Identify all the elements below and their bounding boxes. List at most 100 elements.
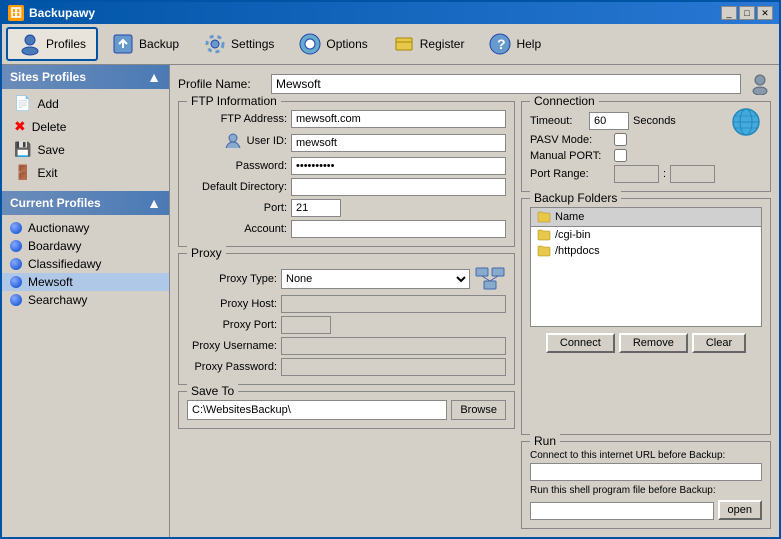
folder-icon: [537, 244, 551, 258]
sidebar-delete-item[interactable]: ✖ Delete: [10, 116, 161, 137]
help-icon: ?: [488, 32, 512, 56]
proxy-password-label: Proxy Password:: [187, 361, 277, 373]
manual-port-checkbox[interactable]: [614, 149, 627, 162]
sidebar-delete-label: Delete: [32, 120, 67, 134]
toolbar-options-button[interactable]: Options: [287, 27, 378, 61]
profile-name-input[interactable]: [271, 74, 741, 94]
folder-item-label: /cgi-bin: [555, 229, 590, 241]
proxy-select-row: None HTTP SOCKS4 SOCKS5: [281, 266, 506, 292]
proxy-port-input[interactable]: [281, 316, 331, 334]
ftp-password-input[interactable]: [291, 157, 506, 175]
profile-auctionawy[interactable]: Auctionawy: [2, 219, 169, 237]
internet-url-input[interactable]: [530, 463, 762, 481]
ftp-userid-input[interactable]: [291, 134, 506, 152]
profile-dot-icon: [10, 258, 22, 270]
options-icon: [298, 32, 322, 56]
ftp-account-input[interactable]: [291, 220, 506, 238]
toolbar: Profiles Backup Settings Options: [2, 24, 779, 65]
maximize-button[interactable]: □: [739, 6, 755, 20]
profiles-icon: [18, 32, 42, 56]
toolbar-settings-label: Settings: [231, 37, 274, 51]
toolbar-backup-button[interactable]: Backup: [100, 27, 190, 61]
folder-icon: [537, 228, 551, 242]
proxy-type-label: Proxy Type:: [187, 273, 277, 285]
pasv-row: PASV Mode:: [530, 133, 762, 146]
sidebar-save-item[interactable]: 💾 Save: [10, 139, 161, 160]
current-profiles-section: Current Profiles ▲ Auctionawy Boardawy C…: [2, 191, 169, 313]
ftp-userid-label: User ID:: [187, 131, 287, 154]
port-range-separator: :: [663, 168, 666, 180]
open-button[interactable]: open: [718, 500, 762, 520]
main-panels: FTP Information FTP Address:: [178, 101, 771, 529]
proxy-host-input[interactable]: [281, 295, 506, 313]
profile-classifiedawy[interactable]: Classifiedawy: [2, 255, 169, 273]
profile-auctionawy-label: Auctionawy: [28, 221, 89, 235]
folder-item-httpdocs[interactable]: /httpdocs: [531, 243, 761, 259]
window-title: Backupawy: [29, 6, 95, 20]
port-range-from-input[interactable]: [614, 165, 659, 183]
title-bar-left: 🗄 Backupawy: [8, 5, 95, 21]
save-to-title: Save To: [187, 384, 238, 398]
toolbar-settings-button[interactable]: Settings: [192, 27, 285, 61]
backup-icon: [111, 32, 135, 56]
profile-searchawy[interactable]: Searchawy: [2, 291, 169, 309]
ftp-grid: FTP Address: User ID:: [187, 110, 506, 238]
remove-button[interactable]: Remove: [619, 333, 688, 353]
profile-classifiedawy-label: Classifiedawy: [28, 257, 101, 271]
profile-boardawy[interactable]: Boardawy: [2, 237, 169, 255]
browse-button[interactable]: Browse: [451, 400, 506, 420]
folder-item-cgi-bin[interactable]: /cgi-bin: [531, 227, 761, 243]
toolbar-profiles-label: Profiles: [46, 37, 86, 51]
proxy-username-input[interactable]: [281, 337, 506, 355]
proxy-type-select[interactable]: None HTTP SOCKS4 SOCKS5: [281, 269, 470, 289]
minimize-button[interactable]: _: [721, 6, 737, 20]
ftp-address-input[interactable]: [291, 110, 506, 128]
manual-port-label: Manual PORT:: [530, 150, 610, 162]
internet-url-label: Connect to this internet URL before Back…: [530, 450, 762, 461]
register-icon: [392, 32, 416, 56]
ftp-account-label: Account:: [187, 223, 287, 235]
proxy-username-label: Proxy Username:: [187, 340, 277, 352]
proxy-password-input[interactable]: [281, 358, 506, 376]
profile-name-row: Profile Name:: [178, 73, 771, 95]
add-icon: 📄: [14, 95, 31, 112]
save-to-input[interactable]: [187, 400, 447, 420]
profile-dot-icon: [10, 240, 22, 252]
sidebar: Sites Profiles ▲ 📄 Add ✖ Delete 💾 Save 🚪: [2, 65, 170, 537]
toolbar-help-button[interactable]: ? Help: [477, 27, 552, 61]
svg-text:?: ?: [497, 36, 506, 52]
sidebar-exit-item[interactable]: 🚪 Exit: [10, 162, 161, 183]
shell-program-input[interactable]: [530, 502, 714, 520]
connect-button[interactable]: Connect: [546, 333, 615, 353]
proxy-group: Proxy Proxy Type: None HTTP SOCKS4 SOCKS…: [178, 253, 515, 385]
folder-header-icon: [537, 210, 551, 224]
save-icon: 💾: [14, 141, 31, 158]
profile-dot-icon: [10, 222, 22, 234]
toolbar-profiles-button[interactable]: Profiles: [6, 27, 98, 61]
toolbar-register-button[interactable]: Register: [381, 27, 476, 61]
sidebar-add-item[interactable]: 📄 Add: [10, 93, 161, 114]
right-panel: Profile Name: FTP Information FTP Addres…: [170, 65, 779, 537]
profile-avatar-icon: [749, 73, 771, 95]
clear-button[interactable]: Clear: [692, 333, 746, 353]
port-range-to-input[interactable]: [670, 165, 715, 183]
connection-content: Timeout: Seconds PASV Mode: Manual PORT:: [530, 112, 762, 183]
profile-mewsoft[interactable]: Mewsoft: [2, 273, 169, 291]
pasv-checkbox[interactable]: [614, 133, 627, 146]
ftp-port-input[interactable]: [291, 199, 341, 217]
sidebar-exit-label: Exit: [37, 166, 57, 180]
ftp-defaultdir-input[interactable]: [291, 178, 506, 196]
sidebar-add-label: Add: [37, 97, 58, 111]
toolbar-register-label: Register: [420, 37, 465, 51]
backup-folders-title: Backup Folders: [530, 191, 621, 205]
proxy-port-label: Proxy Port:: [187, 319, 277, 331]
user-icon: [223, 131, 243, 151]
folder-list: Name /cgi-bin: [530, 207, 762, 327]
profile-dot-icon: [10, 276, 22, 288]
shell-run-row: open: [530, 500, 762, 520]
timeout-input[interactable]: [589, 112, 629, 130]
close-button[interactable]: ✕: [757, 6, 773, 20]
collapse-profiles-button[interactable]: ▲: [147, 195, 161, 211]
collapse-sites-button[interactable]: ▲: [147, 69, 161, 85]
folder-list-header-label: Name: [555, 211, 584, 223]
